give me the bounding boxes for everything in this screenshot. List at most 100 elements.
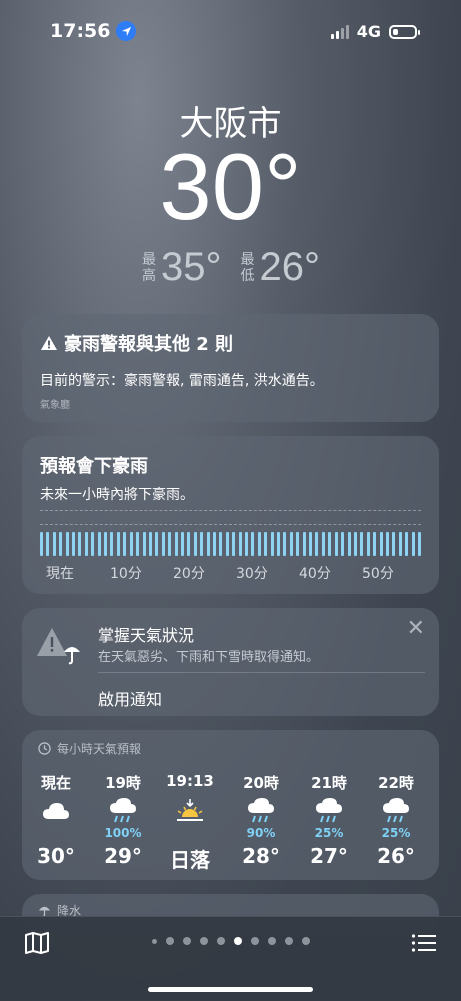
low-label: 最低 <box>240 251 255 284</box>
rain-bar <box>59 532 63 556</box>
page-dot[interactable] <box>301 937 310 945</box>
hour-time: 19:13 <box>166 772 214 790</box>
rain-bar <box>225 532 229 556</box>
rain-intensity-chart <box>40 510 421 556</box>
rain-bar <box>392 532 396 556</box>
rain-bar <box>78 532 82 556</box>
precip-chance: 100% <box>104 826 142 840</box>
page-dot[interactable] <box>250 937 259 945</box>
rain-bar <box>206 532 210 556</box>
precip-chance <box>160 826 220 840</box>
rain-bar <box>405 532 409 556</box>
sunset-label: 日落 <box>170 848 210 872</box>
hour-temp: 29° <box>104 844 142 868</box>
hour-item[interactable]: 20時 90% 28° <box>231 772 291 868</box>
page-dot[interactable] <box>216 937 225 945</box>
next-hour-precipitation-card[interactable]: 預報會下豪雨 未來一小時內將下豪雨。 現在 10分 20分 30分 40分 50… <box>22 436 439 594</box>
hour-item[interactable]: 21時 25% 27° <box>299 772 359 868</box>
rain-bar <box>373 532 377 556</box>
close-icon[interactable]: ✕ <box>407 616 425 641</box>
home-indicator[interactable] <box>148 987 313 992</box>
rain-bar <box>309 532 313 556</box>
signal-icon <box>330 24 349 39</box>
page-dot[interactable] <box>199 937 208 945</box>
page-dot[interactable] <box>151 938 157 944</box>
rain-bar <box>302 532 306 556</box>
rain-bar <box>270 532 274 556</box>
hour-time: 20時 <box>243 774 279 792</box>
hour-time: 現在 <box>40 774 71 792</box>
rain-bar <box>341 532 345 556</box>
high-label: 最高 <box>142 251 156 284</box>
rain-bar <box>116 532 120 556</box>
hour-item[interactable]: 22時 25% 26° <box>366 772 426 868</box>
map-icon[interactable] <box>24 931 50 959</box>
alert-source: 氣象廳 <box>40 400 70 411</box>
high-temp: 35° <box>161 245 222 289</box>
rain-bar <box>251 532 255 556</box>
hour-item[interactable]: 19:13 日落 <box>160 772 220 873</box>
rain-bar <box>219 532 223 556</box>
hour-temp: 26° <box>377 844 415 868</box>
rain-bar <box>366 532 370 556</box>
rain-bar <box>347 532 351 556</box>
hourly-forecast-card: 每小時天氣預報 現在 30° 19時 100% 29° 19:13 日落 20時… <box>22 730 439 880</box>
rain-bar <box>174 532 178 556</box>
warning-icon <box>41 336 57 350</box>
rain-axis-label: 現在 <box>46 566 74 582</box>
status-time: 17:56 <box>50 20 137 42</box>
page-dot[interactable] <box>165 937 174 945</box>
page-dot-active[interactable] <box>233 937 242 945</box>
rain-bar <box>40 532 43 556</box>
weather-alert-card[interactable]: 豪雨警報與其他 2 則 目前的警示：豪雨警報, 雷雨通告, 洪水通告。 氣象廳 <box>22 314 439 422</box>
high-low: 最高 35° 最低 26° <box>0 245 461 290</box>
clock-icon <box>38 742 51 755</box>
rain-bar <box>193 532 197 556</box>
rain-bar <box>328 532 332 556</box>
rain-bar <box>187 532 191 556</box>
page-dot[interactable] <box>182 937 191 945</box>
page-dot[interactable] <box>284 937 293 945</box>
divider <box>98 672 425 673</box>
rain-bar <box>353 532 357 556</box>
hour-item[interactable]: 現在 30° <box>26 772 86 868</box>
rain-axis-label: 40分 <box>299 566 331 582</box>
network-label: 4G <box>356 22 381 41</box>
hour-time: 22時 <box>378 774 414 792</box>
cloud-rain-icon <box>93 796 153 826</box>
hour-temp: 30° <box>37 844 75 868</box>
enable-notifications-button[interactable]: 啟用通知 <box>98 686 162 710</box>
rain-bar <box>180 532 184 556</box>
rain-bar <box>232 532 236 556</box>
battery-icon <box>389 24 420 39</box>
page-indicator[interactable] <box>0 937 461 945</box>
hour-time: 21時 <box>311 774 347 792</box>
rain-bar <box>212 532 216 556</box>
rain-bar <box>411 532 415 556</box>
hourly-header-text: 每小時天氣預報 <box>57 742 142 756</box>
notification-title: 掌握天氣狀況 <box>98 626 195 645</box>
rain-bar <box>168 532 172 556</box>
rain-bar <box>277 532 281 556</box>
rain-bars <box>40 524 421 556</box>
rain-bar <box>110 532 114 556</box>
rain-axis-label: 20分 <box>173 566 205 582</box>
precip-chance <box>26 826 86 840</box>
notification-subtitle: 在天氣惡劣、下雨和下雪時取得通知。 <box>98 650 320 665</box>
rain-axis-label: 50分 <box>362 566 394 582</box>
page-dot[interactable] <box>267 937 276 945</box>
notification-prompt-card: 掌握天氣狀況 在天氣惡劣、下雨和下雪時取得通知。 ✕ 啟用通知 <box>22 608 439 716</box>
rain-bar <box>321 532 325 556</box>
rain-bar <box>161 532 165 556</box>
rain-bar <box>72 532 76 556</box>
alert-title: 豪雨警報與其他 2 則 <box>40 330 421 356</box>
list-icon[interactable] <box>411 933 437 957</box>
precip-chance: 25% <box>381 826 411 840</box>
rain-bar <box>97 532 101 556</box>
hour-temp: 28° <box>242 844 280 868</box>
rain-bar <box>360 532 364 556</box>
rain-bar <box>155 532 159 556</box>
rain-bar <box>200 532 204 556</box>
hour-item[interactable]: 19時 100% 29° <box>93 772 153 868</box>
severe-weather-icon <box>36 626 84 670</box>
